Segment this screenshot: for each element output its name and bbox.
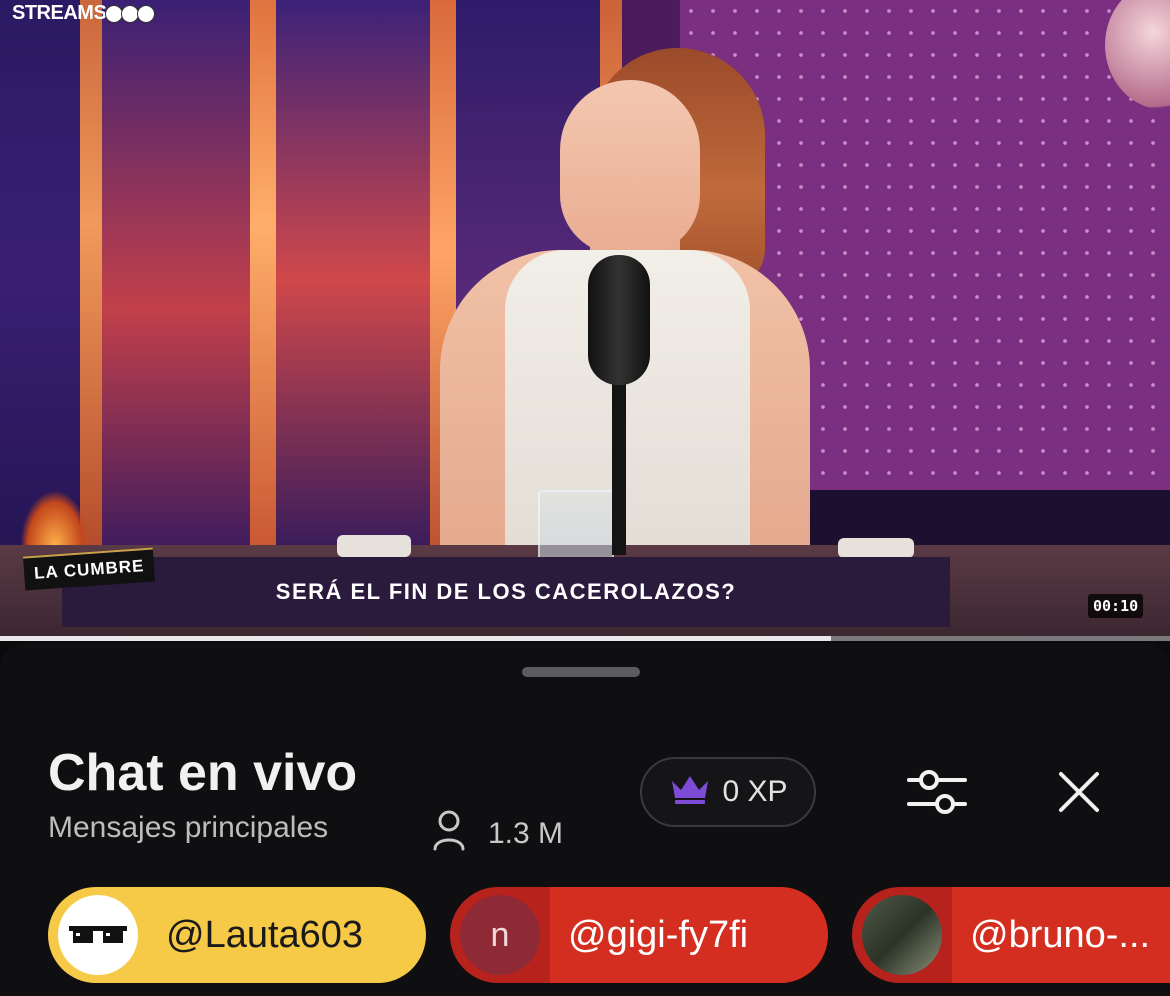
timestamp: 00:10 bbox=[1088, 594, 1144, 618]
backdrop-panel bbox=[102, 0, 250, 560]
person-icon bbox=[432, 809, 466, 859]
top-chatter-chip[interactable]: @Lauta603 bbox=[48, 887, 426, 983]
progress-bar[interactable] bbox=[0, 636, 1170, 641]
chatter-handle: @gigi-fy7fi bbox=[568, 913, 749, 956]
mic-stand bbox=[612, 380, 626, 555]
light-stripe bbox=[250, 0, 276, 560]
avatar bbox=[58, 895, 138, 975]
chatter-handle: @bruno-... bbox=[970, 913, 1151, 956]
chatter-handle: @Lauta603 bbox=[166, 913, 364, 956]
chat-mode-selector[interactable]: Mensajes principales bbox=[48, 811, 328, 845]
viewer-count-value: 1.3 M bbox=[488, 817, 564, 850]
backdrop-panel bbox=[276, 0, 430, 560]
avatar bbox=[862, 895, 942, 975]
cup bbox=[838, 538, 914, 558]
top-chatter-chip[interactable]: @bruno-... bbox=[852, 887, 1170, 983]
sunglasses-icon bbox=[69, 926, 127, 943]
live-chat-sheet: Chat en vivo Mensajes principales 1.3 M … bbox=[0, 643, 1170, 996]
light-stripe bbox=[80, 0, 102, 560]
lower-third: SERÁ EL FIN DE LOS CACEROLAZOS? bbox=[62, 557, 950, 627]
microphone bbox=[588, 255, 650, 385]
headline: SERÁ EL FIN DE LOS CACEROLAZOS? bbox=[275, 579, 737, 604]
video-player[interactable]: STREAMS SERÁ EL FIN DE LOS CACEROLAZOS? … bbox=[0, 0, 1170, 640]
host-face bbox=[560, 80, 700, 255]
cup bbox=[337, 535, 411, 557]
xp-badge[interactable]: 0 XP bbox=[640, 757, 816, 827]
top-chatters-list: @Lauta603 n @gigi-fy7fi @bruno-... bbox=[0, 887, 1170, 987]
filter-button[interactable] bbox=[902, 761, 972, 827]
streams-logo: STREAMS bbox=[12, 2, 156, 25]
chat-title: Chat en vivo bbox=[48, 744, 358, 802]
brand-text: STREAMS bbox=[12, 2, 107, 24]
progress-fill bbox=[0, 636, 831, 641]
close-icon bbox=[1055, 768, 1103, 821]
sliders-icon bbox=[905, 764, 969, 825]
avatar: n bbox=[460, 895, 540, 975]
close-button[interactable] bbox=[1044, 761, 1114, 827]
brand-dots bbox=[105, 4, 156, 23]
backdrop-panel bbox=[0, 0, 80, 560]
top-chatter-chip[interactable]: n @gigi-fy7fi bbox=[450, 887, 828, 983]
xp-value: 0 XP bbox=[722, 775, 788, 808]
viewer-count: 1.3 M bbox=[432, 809, 563, 859]
drag-handle[interactable] bbox=[522, 667, 640, 677]
crown-icon bbox=[668, 771, 712, 813]
